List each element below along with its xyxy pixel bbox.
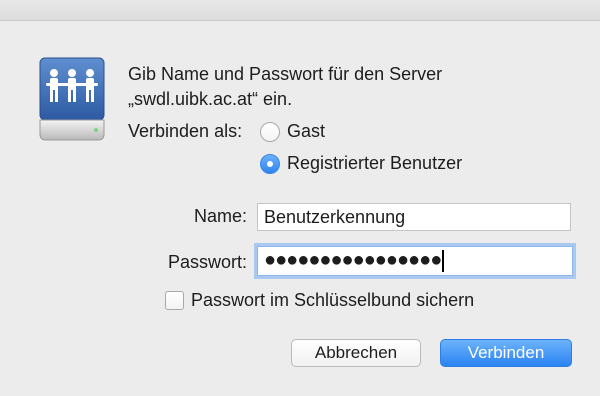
radio-guest-label[interactable]: Gast bbox=[287, 121, 325, 142]
keychain-checkbox[interactable] bbox=[165, 291, 184, 310]
connect-as-label: Verbinden als: bbox=[128, 121, 243, 141]
keychain-checkbox-label[interactable]: Passwort im Schlüsselbund sichern bbox=[191, 290, 474, 311]
name-label: Name: bbox=[193, 206, 247, 226]
dialog-titlebar bbox=[0, 0, 600, 21]
password-label: Passwort: bbox=[167, 252, 247, 272]
name-field[interactable]: Benutzerkennung bbox=[257, 203, 571, 231]
cancel-button[interactable]: Abbrechen bbox=[291, 339, 421, 367]
password-field[interactable]: ●●●●●●●●●●●●●●●● bbox=[257, 246, 573, 276]
message-line-1: Gib Name und Passwort für den Server bbox=[128, 64, 443, 84]
dialog-message: Gib Name und Passwort für den Server „sw… bbox=[128, 62, 442, 112]
text-caret bbox=[442, 250, 445, 272]
radio-registered-user-label[interactable]: Registrierter Benutzer bbox=[287, 153, 462, 174]
server-share-icon bbox=[39, 57, 105, 141]
name-field-value: Benutzerkennung bbox=[264, 206, 406, 227]
connect-button[interactable]: Verbinden bbox=[440, 339, 572, 367]
message-line-2: „swdl.uibk.ac.at“ ein. bbox=[128, 89, 293, 109]
radio-guest[interactable] bbox=[260, 122, 280, 142]
password-field-value: ●●●●●●●●●●●●●●●● bbox=[264, 248, 442, 271]
radio-registered-user[interactable] bbox=[260, 154, 280, 174]
